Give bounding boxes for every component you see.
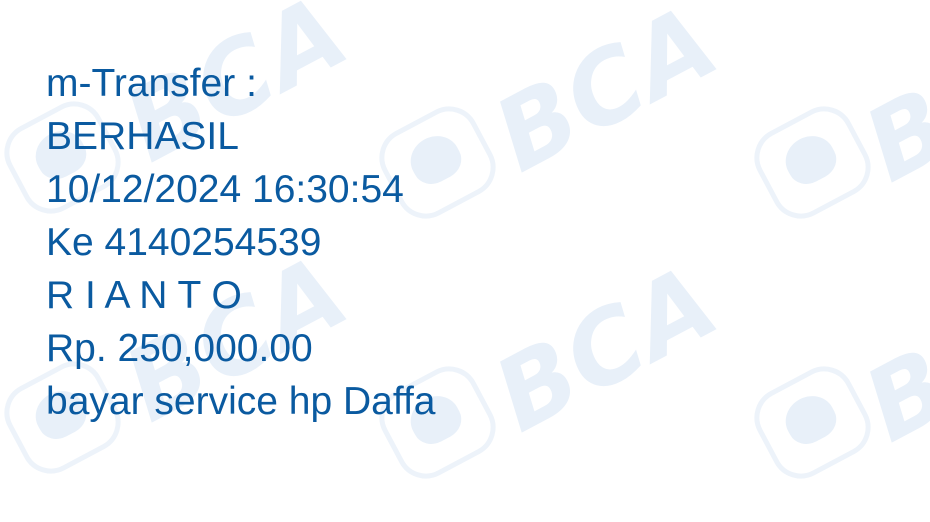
transfer-receipt: m-Transfer : BERHASIL 10/12/2024 16:30:5… bbox=[46, 57, 436, 428]
transfer-note: bayar service hp Daffa bbox=[46, 380, 436, 423]
bca-watermark: BCA bbox=[476, 0, 737, 195]
recipient-name: R I A N T O bbox=[46, 274, 242, 317]
bca-watermark: BCA bbox=[476, 242, 737, 455]
transaction-type: m-Transfer : bbox=[46, 62, 257, 105]
transaction-datetime: 10/12/2024 16:30:54 bbox=[46, 168, 404, 211]
transfer-amount: Rp. 250,000.00 bbox=[46, 327, 313, 370]
transaction-status: BERHASIL bbox=[46, 115, 239, 158]
destination-account: Ke 4140254539 bbox=[46, 221, 322, 264]
